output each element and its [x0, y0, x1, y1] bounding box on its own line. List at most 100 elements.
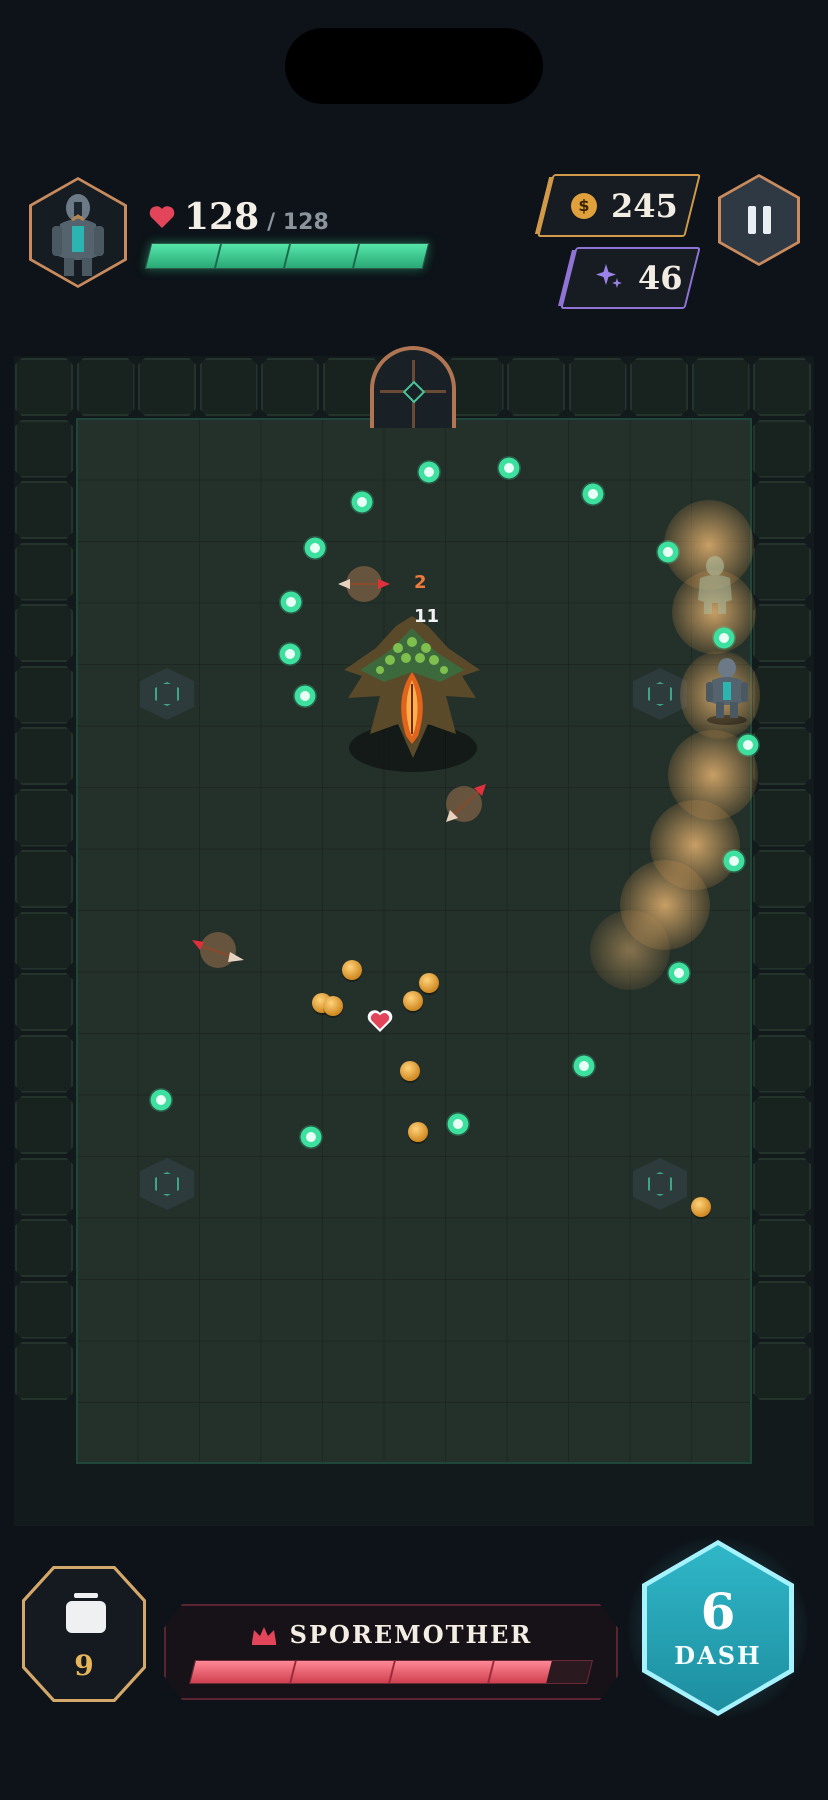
essence-orb — [350, 490, 374, 514]
essence-orb — [417, 460, 441, 484]
gold-amount: 245 — [611, 186, 678, 225]
bomb-count: 9 — [74, 1649, 94, 1682]
pause-button[interactable] — [718, 174, 800, 266]
essence-orb — [712, 626, 736, 650]
wall-tile — [753, 850, 811, 908]
gold-coin-pickup — [403, 991, 423, 1011]
essence-orb — [149, 1088, 173, 1112]
wall-tile — [138, 358, 196, 416]
essence-orb — [299, 1125, 323, 1149]
wall-tile — [15, 973, 73, 1031]
wall-tile — [261, 358, 319, 416]
boss-name: SPOREMOTHER — [289, 1620, 533, 1649]
gold-coin-pickup — [419, 973, 439, 993]
wall-tile — [15, 542, 73, 601]
pause-icon — [721, 177, 797, 263]
essence-orb — [656, 540, 680, 564]
coin-icon: $ — [571, 192, 597, 219]
wall-tile — [753, 665, 811, 724]
exit-door[interactable] — [370, 346, 456, 428]
player-hp: 128 / 128 — [148, 196, 329, 238]
player-afterimage — [698, 556, 732, 614]
wall-tile — [15, 481, 73, 539]
wall-tile — [753, 1219, 811, 1277]
wall-tile — [15, 911, 73, 970]
device-notch — [285, 28, 543, 104]
wall-tile — [568, 358, 627, 416]
wall-tile — [15, 1096, 73, 1154]
wall-tile — [15, 1034, 73, 1093]
damage-number: 2 — [414, 572, 427, 593]
sparkle-icon — [594, 261, 624, 295]
wall-tile — [753, 481, 811, 539]
heart-icon — [149, 206, 175, 228]
player-hp-bar — [144, 243, 430, 269]
wall-tile — [753, 1034, 811, 1093]
hp-max: / 128 — [267, 210, 329, 235]
damage-number: 11 — [414, 606, 440, 627]
wall-tile — [199, 358, 258, 416]
essence-orb — [722, 849, 746, 873]
player-portrait[interactable] — [29, 177, 127, 288]
jar-icon — [66, 1593, 106, 1633]
wall-tile — [507, 358, 565, 416]
essence-counter: 46 — [560, 247, 701, 309]
armored-knight-icon — [52, 194, 104, 276]
essence-orb — [667, 961, 691, 985]
wall-tile — [15, 1219, 73, 1277]
wall-tile — [753, 604, 811, 662]
thorn-projectile — [338, 566, 390, 602]
essence-orb — [446, 1112, 470, 1136]
wall-tile — [753, 542, 811, 601]
gold-coin-pickup — [691, 1197, 711, 1217]
gold-counter: $ 245 — [537, 174, 701, 237]
hp-current: 128 — [184, 196, 260, 238]
wall-tile — [15, 1342, 73, 1400]
wall-tile — [15, 358, 73, 416]
essence-orb — [303, 536, 327, 560]
wall-tile — [15, 1157, 73, 1216]
gold-coin-pickup — [323, 996, 343, 1016]
wall-tile — [753, 358, 811, 416]
thorn-projectile — [192, 932, 244, 968]
essence-orb — [293, 684, 317, 708]
wall-tile — [753, 1096, 811, 1154]
wall-tile — [753, 911, 811, 970]
wall-tile — [753, 727, 811, 785]
essence-orb — [497, 456, 521, 480]
boss-sporemother[interactable] — [336, 612, 488, 778]
essence-orb — [278, 642, 302, 666]
gold-coin-pickup — [408, 1122, 428, 1142]
thorn-projectile — [446, 784, 486, 822]
dash-label: DASH — [674, 1640, 762, 1670]
bomb-button[interactable]: 9 — [22, 1566, 146, 1702]
wall-tile — [691, 358, 750, 416]
wall-tile — [15, 665, 73, 724]
gold-coin-pickup — [342, 960, 362, 980]
boss-health-panel: SPOREMOTHER — [164, 1604, 618, 1700]
wall-tile — [15, 419, 73, 478]
essence-amount: 46 — [638, 259, 683, 297]
wall-tile — [76, 358, 135, 416]
wall-tile — [753, 1342, 811, 1400]
essence-orb — [736, 733, 760, 757]
wall-tile — [753, 788, 811, 847]
boss-hp-bar — [189, 1660, 593, 1684]
wall-tile — [753, 419, 811, 478]
door-gem-icon — [402, 380, 426, 404]
heart-pickup-icon[interactable] — [366, 1008, 394, 1034]
player-character — [706, 658, 748, 725]
wall-tile — [15, 727, 73, 785]
essence-orb — [581, 482, 605, 506]
wall-tile — [630, 358, 688, 416]
wall-tile — [15, 604, 73, 662]
boss-hp-fill — [190, 1661, 553, 1683]
wall-tile — [753, 973, 811, 1031]
dash-trail — [590, 910, 670, 990]
gold-coin-pickup — [400, 1061, 420, 1081]
wall-tile — [753, 1157, 811, 1216]
swirl-icon: 6 — [700, 1581, 736, 1641]
wall-tile — [15, 1280, 73, 1339]
essence-orb — [572, 1054, 596, 1078]
crown-icon — [251, 1626, 276, 1645]
